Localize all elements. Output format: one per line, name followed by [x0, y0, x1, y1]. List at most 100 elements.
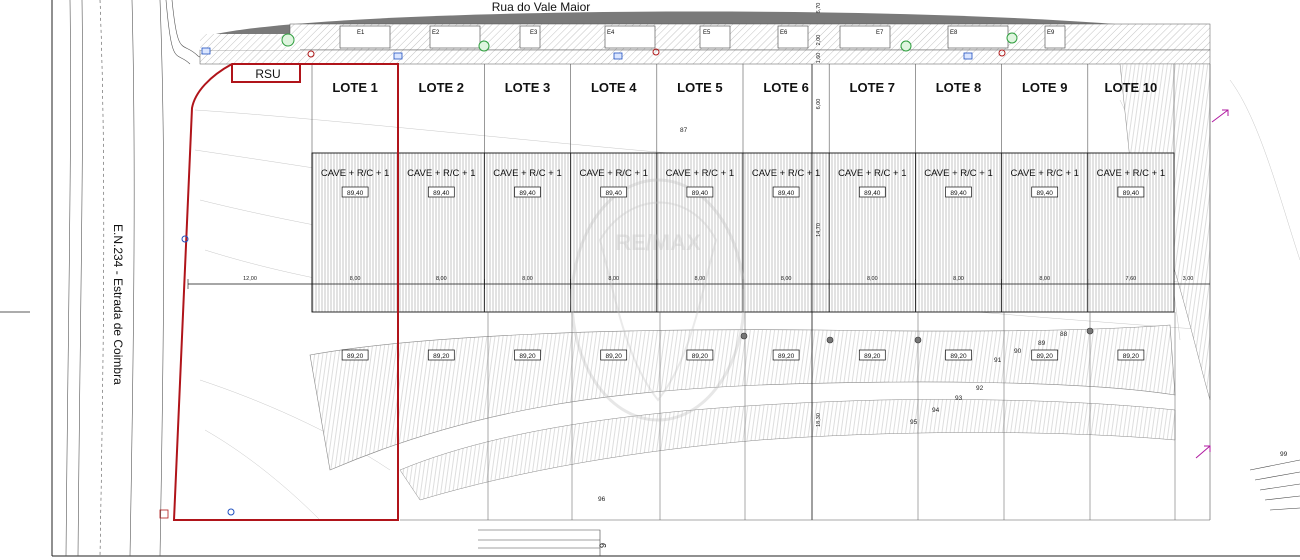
building-type-label: CAVE + R/C + 1	[752, 168, 820, 179]
lot-width-label: 8,00	[867, 276, 878, 282]
building-type-label: CAVE + R/C + 1	[1097, 168, 1165, 179]
building-type-label: CAVE + R/C + 1	[666, 168, 734, 179]
lot-label: LOTE 3	[505, 80, 551, 95]
lot-label: LOTE 10	[1105, 80, 1158, 95]
dim-left-setback: 12,00	[243, 276, 257, 282]
contour-label: 92	[976, 385, 984, 392]
parking-label: E7	[876, 30, 884, 36]
contour-label: 87	[680, 127, 688, 134]
rear-elevation-label: 89,20	[864, 353, 881, 360]
hydrant-icon	[393, 52, 403, 60]
lot-width-label: 8,00	[522, 276, 533, 282]
watermark-text: RE/MAX	[615, 230, 701, 255]
lot-label: LOTE 8	[936, 80, 982, 95]
box-icon	[159, 509, 169, 519]
lot-width-label: 8,00	[608, 276, 619, 282]
parking-label: E4	[607, 30, 615, 36]
contour-label: 96	[598, 496, 606, 503]
parking-label: E3	[530, 30, 538, 36]
slope-band-lower	[399, 399, 1176, 501]
contour-label: 90	[1014, 348, 1022, 355]
building-type-label: CAVE + R/C + 1	[321, 168, 389, 179]
valve-icon	[227, 508, 235, 516]
tree-icon	[478, 40, 490, 52]
rear-elevation-label: 89,20	[347, 353, 364, 360]
building-type-label: CAVE + R/C + 1	[579, 168, 647, 179]
dim-right-setback: 3,00	[1183, 276, 1194, 282]
building-elevation-label: 89,40	[1037, 190, 1054, 197]
dim-street-b: 2,00	[816, 35, 822, 46]
hydrant-icon	[963, 52, 973, 60]
contour-label: 94	[932, 407, 940, 414]
parking-label: E9	[1047, 30, 1055, 36]
lot-width-label: 8,00	[781, 276, 792, 282]
rear-elevation-label: 89,20	[692, 353, 709, 360]
arrow-icon	[1195, 445, 1211, 459]
rear-elevation-label: 89,20	[519, 353, 536, 360]
hydrant-icon	[201, 47, 211, 55]
lot-label: LOTE 7	[850, 80, 896, 95]
dim-street-a: 6,70	[816, 3, 822, 14]
rear-elevation-label: 89,20	[606, 353, 623, 360]
dim-street-c: 1,60	[816, 53, 822, 64]
building-elevation-label: 89,40	[433, 190, 450, 197]
building-type-label: CAVE + R/C + 1	[1010, 168, 1078, 179]
parking-label: E2	[432, 30, 440, 36]
building-type-label: CAVE + R/C + 1	[838, 168, 906, 179]
pole-icon	[1086, 327, 1094, 335]
building-type-label: CAVE + R/C + 1	[407, 168, 475, 179]
dim-depth-rear: 18,30	[816, 413, 822, 427]
lot-width-label: 7,60	[1126, 276, 1137, 282]
contour-label: 95	[910, 419, 918, 426]
building-elevation-label: 89,40	[692, 190, 709, 197]
left-road	[65, 0, 321, 557]
lot-label: LOTE 6	[763, 80, 809, 95]
street-name-label: Rua do Vale Maior	[492, 0, 591, 14]
building-type-label: CAVE + R/C + 1	[493, 168, 561, 179]
building-elevation-label: 89,40	[519, 190, 536, 197]
building-elevation-label: 89,40	[1123, 190, 1140, 197]
building-elevation-label: 89,40	[950, 190, 967, 197]
arrow-icon	[1211, 109, 1229, 123]
building-type-label: CAVE + R/C + 1	[924, 168, 992, 179]
contour-label: 99	[1280, 451, 1288, 458]
tree-icon	[900, 40, 912, 52]
lot-width-label: 8,00	[350, 276, 361, 282]
site-plan: RE/MAX LOTE 1 CAVE + R/C + 1 89,40 8,00 89,2…	[0, 0, 1300, 557]
tree-icon	[1006, 32, 1018, 44]
lot-width-label: 8,00	[953, 276, 964, 282]
lot-width-label: 8,00	[1039, 276, 1050, 282]
lot-label: LOTE 5	[677, 80, 723, 95]
lot-width-label: 8,00	[436, 276, 447, 282]
contour-label: 91	[994, 357, 1002, 364]
slope-band	[309, 324, 1176, 471]
rear-elevation-label: 89,20	[778, 353, 795, 360]
lot-label: LOTE 9	[1022, 80, 1068, 95]
building-elevation-label: 89,40	[347, 190, 364, 197]
rear-elevation-label: 89,20	[950, 353, 967, 360]
dim-depth-front: 6,00	[816, 99, 822, 110]
pole-icon	[914, 336, 922, 344]
corner-structure	[478, 459, 1300, 556]
sheet-number: 9	[598, 543, 608, 548]
pole-icon	[826, 336, 834, 344]
lot-label: LOTE 1	[332, 80, 378, 95]
building-elevation-label: 89,40	[606, 190, 623, 197]
parking-label: E1	[357, 30, 365, 36]
rear-elevation-label: 89,20	[433, 353, 450, 360]
contour-label: 88	[1060, 331, 1068, 338]
building-elevation-label: 89,40	[778, 190, 795, 197]
parking-label: E6	[780, 30, 788, 36]
contour-label: 93	[955, 395, 963, 402]
rear-elevation-label: 89,20	[1123, 353, 1140, 360]
rsu-label: RSU	[255, 67, 280, 81]
parking-label: E8	[950, 30, 958, 36]
dim-depth-building: 14,70	[816, 223, 822, 237]
hydrant-icon	[613, 52, 623, 60]
building-elevation-label: 89,40	[864, 190, 881, 197]
rear-elevation-label: 89,20	[1037, 353, 1054, 360]
lot-label: LOTE 2	[419, 80, 465, 95]
road-name-label: E.N.234 - Estrada de Coimbra	[111, 224, 125, 385]
tree-icon	[281, 33, 295, 47]
parking-label: E5	[703, 30, 711, 36]
